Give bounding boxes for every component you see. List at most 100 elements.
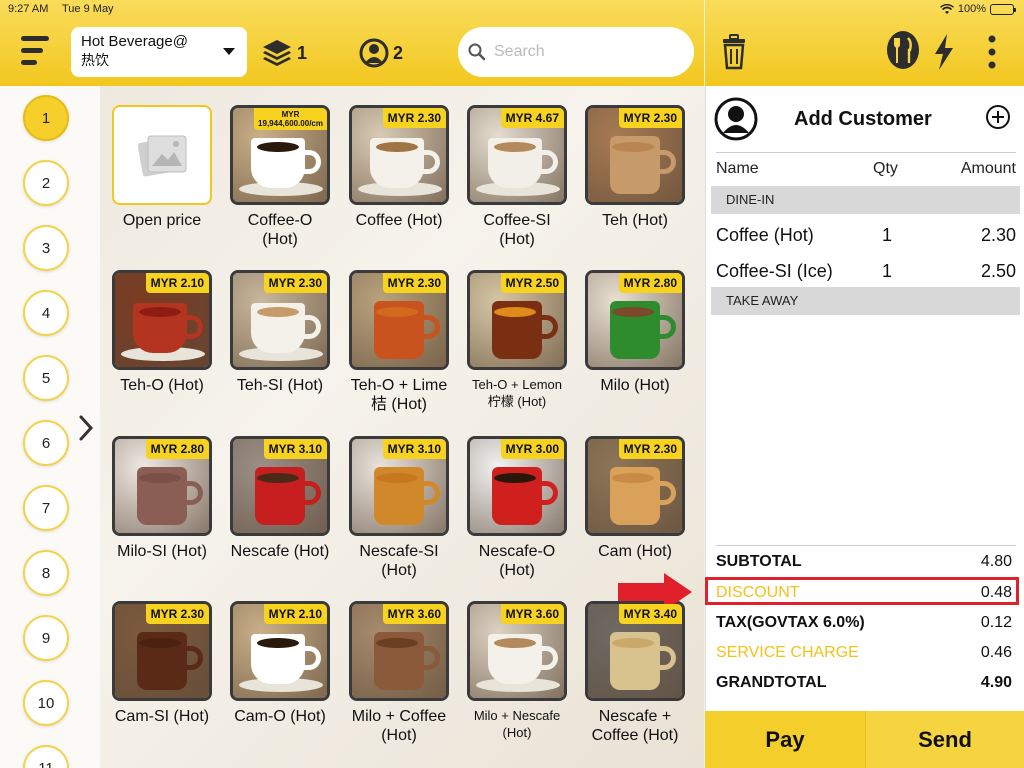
service-charge-row[interactable]: SERVICE CHARGE 0.46 (716, 639, 1016, 665)
status-battery: 100% (939, 3, 1016, 15)
product-card[interactable]: MYR 4.67 Coffee-SI (Hot) (467, 105, 567, 249)
category-dropdown[interactable]: Hot Beverage@ 热饮 (71, 27, 247, 77)
wifi-icon (939, 3, 954, 14)
table-number-button[interactable]: 1 (23, 95, 69, 141)
product-card[interactable]: MYR 2.30 Teh (Hot) (585, 105, 685, 230)
product-card[interactable]: MYR 3.40 Nescafe + Coffee (Hot) (585, 601, 685, 745)
product-card[interactable]: MYR 3.10 Nescafe (Hot) (230, 436, 330, 561)
layers-icon (263, 40, 291, 66)
product-name: Cam-O (Hot) (234, 708, 326, 725)
item-qty: 1 (882, 261, 893, 281)
dining-icon[interactable] (886, 30, 920, 70)
product-name: Milo + Coffee (Hot) (351, 708, 447, 744)
product-card[interactable]: MYR 3.60 Milo + Coffee (Hot) (349, 601, 449, 745)
product-card[interactable]: MYR 2.80 Milo (Hot) (585, 270, 685, 395)
price-badge: MYR 2.80 (618, 273, 682, 293)
trash-icon[interactable] (723, 34, 745, 70)
status-date: Tue 9 May (62, 3, 114, 15)
product-name: Cam (Hot) (598, 543, 672, 560)
table-number-button[interactable]: 6 (23, 420, 69, 466)
image-placeholder-icon (137, 135, 187, 177)
product-card[interactable]: MYR 3.10 Nescafe-SI (Hot) (349, 436, 449, 580)
battery-percent: 100% (957, 3, 986, 15)
avatar-icon[interactable] (714, 97, 758, 141)
product-name: Coffee-SI (Hot) (483, 212, 551, 248)
table-number-button[interactable]: 5 (23, 355, 69, 401)
tables-count: 1 (297, 42, 308, 63)
product-card[interactable]: MYR 2.30 Cam-SI (Hot) (112, 601, 212, 726)
grandtotal-value: 4.90 (980, 674, 1012, 691)
table-number-button[interactable]: 4 (23, 290, 69, 336)
battery-icon (990, 3, 1016, 15)
price-badge: MYR 3.00 (500, 439, 564, 459)
product-image: MYR 3.10 (349, 436, 449, 536)
tables-counter[interactable]: 1 (261, 38, 307, 68)
search-input[interactable] (494, 43, 674, 61)
add-circle-icon[interactable] (985, 104, 1011, 130)
product-image: MYR 2.30 (585, 105, 685, 205)
status-time: 9:27 AM (8, 3, 49, 15)
section-take-away[interactable]: TAKE AWAY (711, 287, 1020, 315)
table-number-button[interactable]: 7 (23, 485, 69, 531)
add-customer-label[interactable]: Add Customer (794, 108, 932, 131)
people-counter[interactable]: 2 (359, 38, 403, 68)
flash-icon[interactable] (933, 34, 955, 70)
product-card[interactable]: MYR 3.60 Milo + Nescafe (Hot) (467, 601, 567, 741)
price-badge: MYR 2.10 (145, 273, 209, 293)
product-name: Nescafe (Hot) (230, 543, 330, 560)
price-badge: MYR 2.30 (382, 273, 446, 293)
product-card[interactable]: MYR 2.30 Teh-SI (Hot) (230, 270, 330, 395)
product-card[interactable]: MYR 3.00 Nescafe-O (Hot) (467, 436, 567, 580)
send-button[interactable]: Send (865, 711, 1024, 768)
product-image: MYR 2.30 (349, 270, 449, 370)
pay-button[interactable]: Pay (705, 711, 865, 768)
order-line-item[interactable]: Coffee-SI (Ice) 1 2.50 (716, 259, 1016, 285)
product-card[interactable]: MYR 2.50 Teh-O + Lemon 柠檬 (Hot) (467, 270, 567, 410)
menu-icon[interactable] (21, 36, 49, 66)
price-badge: MYR 4.67 (500, 108, 564, 128)
table-number-button[interactable]: 10 (23, 680, 69, 726)
price-badge: MYR 3.40 (618, 604, 682, 624)
table-number-button[interactable]: 11 (23, 745, 69, 768)
table-number-button[interactable]: 2 (23, 160, 69, 206)
table-number-button[interactable]: 3 (23, 225, 69, 271)
grandtotal-label: GRANDTOTAL (716, 674, 827, 691)
product-card[interactable]: MYR 2.10 Cam-O (Hot) (230, 601, 330, 726)
price-badge: MYR 2.10 (263, 604, 327, 624)
more-vertical-icon[interactable] (988, 35, 996, 69)
product-card[interactable]: Open price (112, 105, 212, 230)
grandtotal-row: GRANDTOTAL 4.90 (716, 669, 1016, 695)
product-name: Teh-O + Lime 桔 (Hot) (350, 377, 448, 413)
product-name: Coffee-O (Hot) (247, 212, 313, 248)
product-card[interactable]: MYR 2.30 Teh-O + Lime 桔 (Hot) (349, 270, 449, 414)
product-name: Cam-SI (Hot) (114, 708, 210, 725)
product-card[interactable]: MYR 19,944,600.00/cm Coffee-O (Hot) (230, 105, 330, 249)
service-charge-label: SERVICE CHARGE (716, 644, 859, 661)
search-bar[interactable] (458, 27, 694, 77)
product-name: Nescafe + Coffee (Hot) (591, 708, 679, 744)
product-card[interactable]: MYR 2.30 Coffee (Hot) (349, 105, 449, 230)
person-icon (359, 38, 389, 68)
order-line-item[interactable]: Coffee (Hot) 1 2.30 (716, 223, 1016, 249)
product-card[interactable]: MYR 2.30 Cam (Hot) (585, 436, 685, 561)
item-name: Coffee (Hot) (716, 225, 814, 245)
table-number-button[interactable]: 9 (23, 615, 69, 661)
product-card[interactable]: MYR 2.10 Teh-O (Hot) (112, 270, 212, 395)
chevron-right-icon[interactable] (78, 414, 94, 442)
product-name: Milo (Hot) (600, 377, 670, 394)
chevron-down-icon (223, 48, 235, 55)
tax-value: 0.12 (980, 614, 1012, 631)
price-badge: MYR 3.10 (382, 439, 446, 459)
product-image: MYR 2.30 (112, 601, 212, 701)
search-icon (468, 43, 486, 61)
table-number-button[interactable]: 8 (23, 550, 69, 596)
section-dine-in[interactable]: DINE-IN (711, 186, 1020, 214)
category-name: Hot Beverage@ (81, 33, 188, 50)
product-image: MYR 2.80 (112, 436, 212, 536)
product-name: Nescafe-O (Hot) (478, 543, 556, 579)
product-card[interactable]: MYR 2.80 Milo-SI (Hot) (112, 436, 212, 561)
product-image: MYR 2.50 (467, 270, 567, 370)
price-badge: MYR 2.50 (500, 273, 564, 293)
price-badge: MYR 2.80 (145, 439, 209, 459)
product-name: Coffee (Hot) (355, 212, 443, 229)
